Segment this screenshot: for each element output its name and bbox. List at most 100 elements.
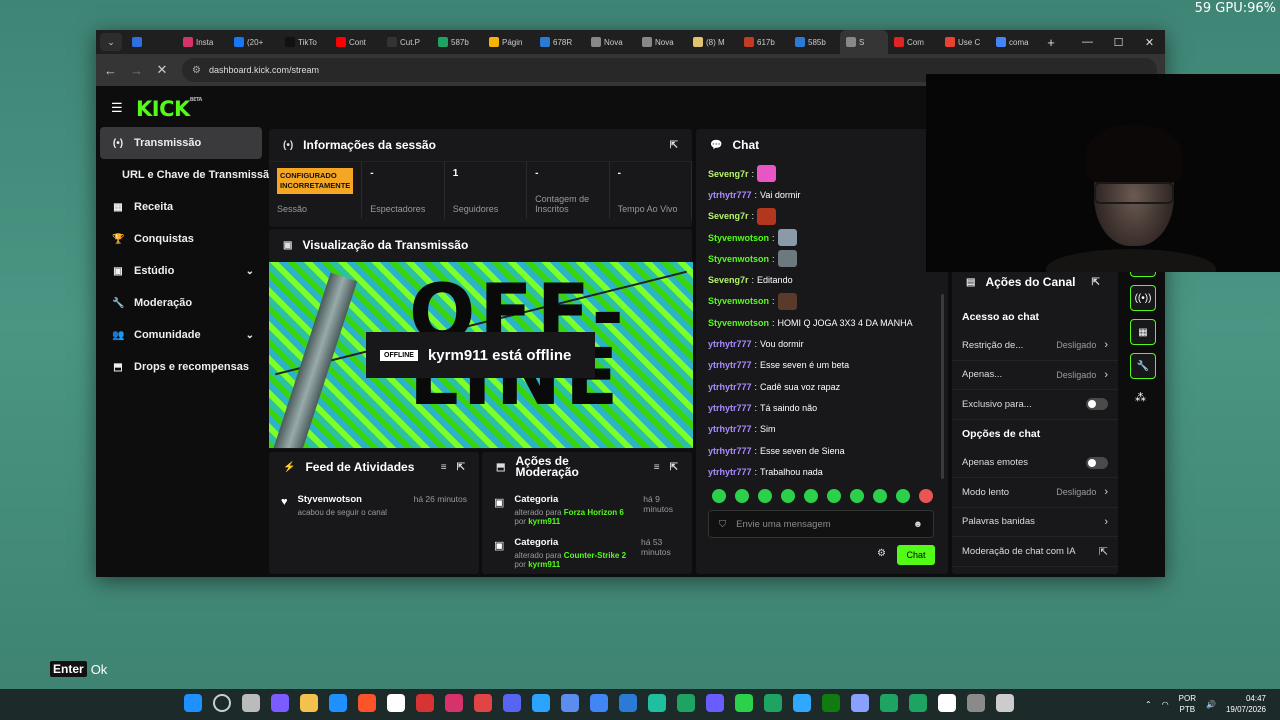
emote-icon[interactable]: [758, 489, 772, 503]
close-window-button[interactable]: ✕: [1134, 36, 1165, 49]
browser-tab[interactable]: Cont: [330, 30, 381, 54]
taskbar-app-icon[interactable]: [329, 694, 347, 712]
sidebar-item[interactable]: 👥 Comunidade ⌄: [100, 319, 262, 351]
search-icon[interactable]: [213, 694, 231, 712]
taskbar-app-icon[interactable]: [445, 694, 463, 712]
taskbar-app-icon[interactable]: [619, 694, 637, 712]
layout-icon[interactable]: ▦: [1130, 319, 1156, 345]
taskbar-app-icon[interactable]: [358, 694, 376, 712]
chevron-right-icon[interactable]: ›: [1104, 486, 1108, 498]
taskbar-app-icon[interactable]: [996, 694, 1014, 712]
browser-tab[interactable]: Use C: [939, 30, 990, 54]
emote-icon[interactable]: [873, 489, 887, 503]
taskbar-app-icon[interactable]: [706, 694, 724, 712]
chat-username[interactable]: ytrhytr777: [708, 382, 752, 392]
taskbar-app-icon[interactable]: [851, 694, 869, 712]
filter-icon[interactable]: ≡: [441, 462, 447, 473]
chat-username[interactable]: ytrhytr777: [708, 424, 752, 434]
emoji-picker-icon[interactable]: ☻: [913, 519, 923, 530]
browser-tab[interactable]: coma: [990, 30, 1041, 54]
chevron-down-icon[interactable]: ⌄: [246, 266, 254, 277]
taskbar-app-icon[interactable]: [416, 694, 434, 712]
chevron-right-icon[interactable]: ›: [1104, 516, 1108, 528]
browser-tab[interactable]: 587b: [432, 30, 483, 54]
sidebar-item[interactable]: ▣ Estúdio ⌄: [100, 255, 262, 287]
forward-icon[interactable]: →: [130, 63, 143, 78]
browser-tab[interactable]: Págin: [483, 30, 534, 54]
channel-setting-row[interactable]: Modo lento Desligado ›: [952, 478, 1118, 508]
sidebar-item[interactable]: 🔧 Moderação: [100, 287, 262, 319]
minimize-button[interactable]: —: [1072, 36, 1103, 49]
channel-setting-row[interactable]: Palavras banidas ›: [952, 508, 1118, 537]
site-info-icon[interactable]: ⚙: [192, 65, 201, 76]
taskbar-app-icon[interactable]: [242, 694, 260, 712]
toggle-switch[interactable]: [1086, 456, 1108, 469]
more-apps-icon[interactable]: ⁂: [1135, 391, 1146, 404]
chat-username[interactable]: Styvenwotson: [708, 254, 769, 264]
taskbar-app-icon[interactable]: [532, 694, 550, 712]
taskbar-app-icon[interactable]: [967, 694, 985, 712]
chevron-right-icon[interactable]: ›: [1104, 369, 1108, 381]
kick-logo[interactable]: KICKBETA: [136, 97, 202, 121]
chat-username[interactable]: Styvenwotson: [708, 296, 769, 306]
browser-tab[interactable]: S: [840, 30, 888, 54]
chat-username[interactable]: Styvenwotson: [708, 233, 769, 243]
wifi-icon[interactable]: ◠: [1162, 700, 1169, 709]
expand-icon[interactable]: ⇱: [457, 462, 465, 473]
browser-tab[interactable]: Nova: [636, 30, 687, 54]
browser-tab[interactable]: Nova: [585, 30, 636, 54]
back-icon[interactable]: ←: [104, 63, 117, 78]
windows-start-icon[interactable]: [184, 694, 202, 712]
filter-icon[interactable]: ≡: [654, 462, 660, 473]
taskbar-app-icon[interactable]: [793, 694, 811, 712]
chat-username[interactable]: Seveng7r: [708, 211, 749, 221]
taskbar-app-icon[interactable]: [474, 694, 492, 712]
taskbar-app-icon[interactable]: [938, 694, 956, 712]
expand-icon[interactable]: ⇱: [1091, 277, 1099, 288]
browser-tab[interactable]: TikTo: [279, 30, 330, 54]
sidebar-item[interactable]: ⬒ Drops e recompensas: [100, 351, 262, 383]
taskbar-app-icon[interactable]: [909, 694, 927, 712]
browser-tab[interactable]: (20+: [228, 30, 279, 54]
taskbar-app-icon[interactable]: [387, 694, 405, 712]
sidebar-item-url-key[interactable]: URL e Chave de Transmissão: [100, 159, 270, 191]
chat-scrollbar[interactable]: [941, 294, 944, 479]
taskbar-app-icon[interactable]: [677, 694, 695, 712]
send-chat-button[interactable]: Chat: [897, 545, 935, 565]
browser-tab[interactable]: Com: [888, 30, 939, 54]
taskbar-app-icon[interactable]: [300, 694, 318, 712]
sidebar-item[interactable]: (•) Transmissão: [100, 127, 262, 159]
channel-setting-row[interactable]: Moderação de chat com IA ⇱: [952, 537, 1118, 567]
browser-tab[interactable]: (8) M: [687, 30, 738, 54]
taskbar-app-icon[interactable]: [764, 694, 782, 712]
taskbar-app-icon[interactable]: [503, 694, 521, 712]
chat-settings-icon[interactable]: ⚙: [877, 548, 886, 559]
emote-icon[interactable]: [781, 489, 795, 503]
new-tab-button[interactable]: +: [1041, 35, 1061, 50]
emote-icon[interactable]: [850, 489, 864, 503]
chat-username[interactable]: ytrhytr777: [708, 339, 752, 349]
chevron-right-icon[interactable]: ›: [1104, 339, 1108, 351]
expand-icon[interactable]: ⇱: [670, 462, 678, 473]
volume-icon[interactable]: 🔊: [1206, 700, 1216, 709]
wrench-icon[interactable]: 🔧: [1130, 353, 1156, 379]
taskbar-app-icon[interactable]: [880, 694, 898, 712]
channel-setting-row[interactable]: Apenas... Desligado ›: [952, 361, 1118, 390]
emote-icon[interactable]: [804, 489, 818, 503]
taskbar-app-icon[interactable]: [822, 694, 840, 712]
browser-tab[interactable]: Cut.P: [381, 30, 432, 54]
maximize-button[interactable]: ☐: [1103, 36, 1134, 49]
menu-icon[interactable]: ☰: [111, 100, 123, 116]
channel-setting-row[interactable]: Apenas emotes: [952, 449, 1118, 478]
browser-tab[interactable]: Insta: [177, 30, 228, 54]
expand-icon[interactable]: ⇱: [670, 140, 678, 151]
chat-input[interactable]: ⛉ Envie uma mensagem ☻: [708, 510, 934, 538]
taskbar-app-icon[interactable]: [590, 694, 608, 712]
reload-icon[interactable]: ✕: [156, 62, 168, 78]
chevron-down-icon[interactable]: ⌄: [246, 330, 254, 341]
taskbar-app-icon[interactable]: [271, 694, 289, 712]
browser-tab[interactable]: 617b: [738, 30, 789, 54]
chat-username[interactable]: Styvenwotson: [708, 318, 769, 328]
chat-username[interactable]: ytrhytr777: [708, 467, 752, 477]
emote-icon[interactable]: [827, 489, 841, 503]
